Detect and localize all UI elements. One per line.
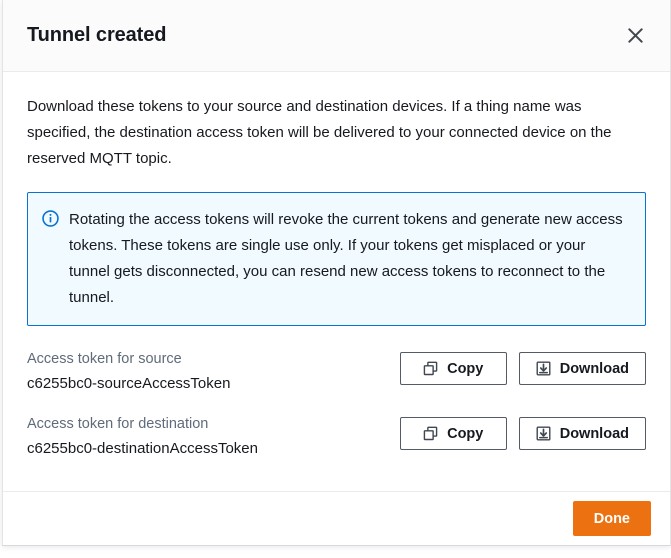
copy-destination-token-button[interactable]: Copy bbox=[400, 417, 507, 450]
info-alert-text: Rotating the access tokens will revoke t… bbox=[69, 207, 629, 311]
modal-footer: Done bbox=[3, 491, 670, 545]
copy-icon bbox=[423, 426, 438, 441]
token-info: Access token for source c6255bc0-sourceA… bbox=[27, 348, 400, 395]
modal-body: Download these tokens to your source and… bbox=[3, 72, 670, 491]
download-icon bbox=[536, 426, 551, 441]
token-actions: Copy Download bbox=[400, 413, 646, 450]
token-label: Access token for source bbox=[27, 348, 400, 370]
page-title: Tunnel created bbox=[27, 24, 620, 47]
download-destination-token-button[interactable]: Download bbox=[519, 417, 646, 450]
close-icon[interactable] bbox=[620, 21, 650, 51]
info-alert: Rotating the access tokens will revoke t… bbox=[27, 192, 646, 326]
token-row-source: Access token for source c6255bc0-sourceA… bbox=[27, 348, 646, 395]
download-button-label: Download bbox=[560, 361, 629, 377]
token-row-destination: Access token for destination c6255bc0-de… bbox=[27, 413, 646, 460]
copy-button-label: Copy bbox=[447, 426, 483, 442]
token-value: c6255bc0-sourceAccessToken bbox=[27, 373, 400, 395]
download-icon bbox=[536, 361, 551, 376]
copy-source-token-button[interactable]: Copy bbox=[400, 352, 507, 385]
download-source-token-button[interactable]: Download bbox=[519, 352, 646, 385]
copy-icon bbox=[423, 361, 438, 376]
token-info: Access token for destination c6255bc0-de… bbox=[27, 413, 400, 460]
tunnel-created-modal: Tunnel created Download these tokens to … bbox=[2, 0, 671, 546]
copy-button-label: Copy bbox=[447, 361, 483, 377]
token-label: Access token for destination bbox=[27, 413, 400, 435]
modal-header: Tunnel created bbox=[3, 0, 670, 72]
done-button[interactable]: Done bbox=[573, 501, 651, 536]
info-circle-icon bbox=[42, 210, 59, 311]
token-actions: Copy Download bbox=[400, 348, 646, 385]
download-button-label: Download bbox=[560, 426, 629, 442]
token-value: c6255bc0-destinationAccessToken bbox=[27, 438, 400, 460]
intro-text: Download these tokens to your source and… bbox=[27, 94, 646, 172]
